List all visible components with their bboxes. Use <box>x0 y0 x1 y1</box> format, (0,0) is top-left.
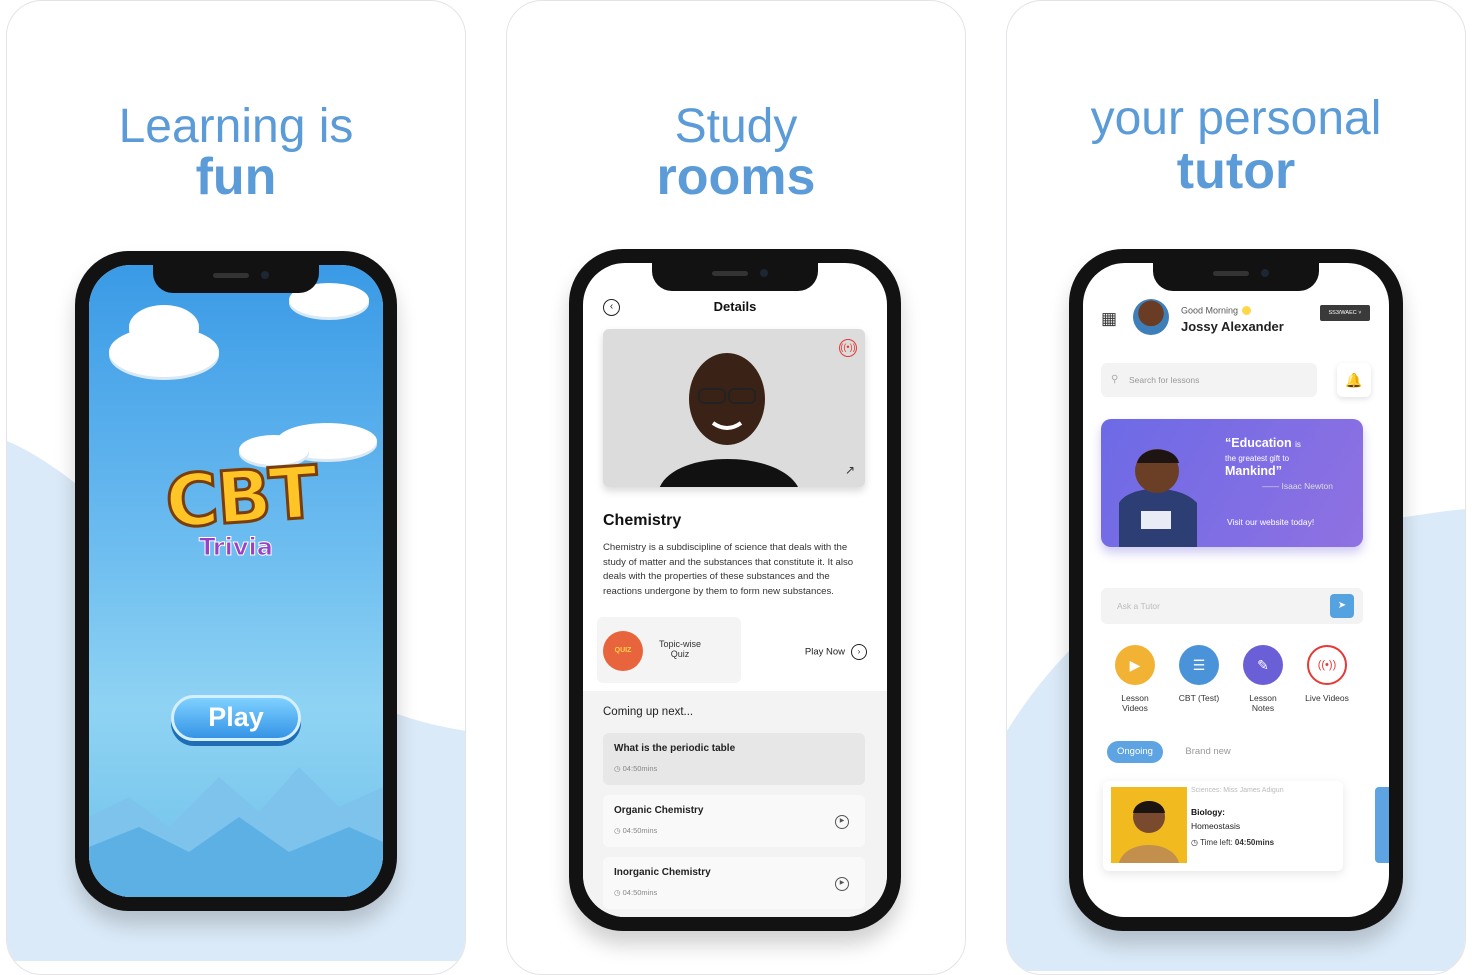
phone-frame: ▦ Good Morning Jossy Alexander SS3/WAEC … <box>1069 249 1403 931</box>
headline-top: Learning is <box>118 100 354 153</box>
coming-up-heading: Coming up next... <box>603 706 694 718</box>
phone-frame: CBT Trivia Play <box>75 251 397 911</box>
headline-bottom: fun <box>195 148 277 206</box>
lesson-duration: ◷ 04:50mins <box>614 764 658 773</box>
lesson-tabs: Ongoing Brand new <box>1107 741 1231 763</box>
quote-banner[interactable]: “Education is the greatest gift to Manki… <box>1101 419 1363 547</box>
lesson-topic: Homeostasis <box>1191 821 1241 831</box>
time-left: ◷ Time left: 04:50mins <box>1191 838 1275 847</box>
ask-tutor-input[interactable]: Ask a Tutor ➤ <box>1101 588 1363 624</box>
play-icon[interactable]: ▶ <box>835 877 849 891</box>
avatar[interactable] <box>1133 299 1169 335</box>
child-photo <box>1119 449 1197 547</box>
class-selector[interactable]: SS3/WAEC ˅ <box>1320 305 1370 321</box>
menu-grid-icon[interactable]: ▦ <box>1101 310 1117 327</box>
live-icon: ((•)) <box>1307 645 1347 685</box>
sun-icon <box>1242 306 1252 316</box>
play-now-button[interactable]: Play Now › <box>805 644 867 660</box>
cbt-logo: CBT <box>161 448 320 545</box>
ongoing-lesson-card[interactable]: Sciences: Miss James Adigun Biology: Hom… <box>1103 781 1343 871</box>
feature-cbt-test[interactable]: ☰ CBT (Test) <box>1177 645 1221 703</box>
lesson-title: Inorganic Chemistry <box>614 867 711 878</box>
screenshot-card-tutor: your personal tutor ▦ Good Morning Jossy… <box>1006 0 1466 975</box>
feature-live-videos[interactable]: ((•)) Live Videos <box>1305 645 1349 703</box>
test-icon: ☰ <box>1179 645 1219 685</box>
lesson-item[interactable]: Inorganic Chemistry ◷ 04:50mins ▶ <box>603 857 865 909</box>
expand-icon[interactable]: ↗ <box>845 463 855 477</box>
lesson-item[interactable]: What is the periodic table ◷ 04:50mins <box>603 733 865 785</box>
chevron-right-icon: › <box>851 644 867 660</box>
play-now-label: Play Now <box>804 646 845 658</box>
trivia-logo-text: Trivia <box>199 533 274 562</box>
headline-bottom: tutor <box>1176 142 1296 200</box>
feature-lesson-videos[interactable]: ▶ Lesson Videos <box>1113 645 1157 713</box>
visit-website-link[interactable]: Visit our website today! <box>1227 517 1314 527</box>
headline-top: Study <box>674 100 798 153</box>
quiz-icon: QUIZ <box>603 631 643 671</box>
lesson-meta: Sciences: Miss James Adigun <box>1191 787 1284 794</box>
play-button[interactable]: Play <box>171 695 301 741</box>
home-screen: ▦ Good Morning Jossy Alexander SS3/WAEC … <box>1083 263 1389 917</box>
game-screen: CBT Trivia Play <box>89 265 383 897</box>
subject-title: Chemistry <box>603 512 682 529</box>
live-icon: ((•)) <box>839 339 857 357</box>
notes-icon: ✎ <box>1243 645 1283 685</box>
play-icon[interactable]: ▶ <box>835 815 849 829</box>
quote-author: —— Isaac Newton <box>1262 481 1333 491</box>
search-icon: ⚲ <box>1111 374 1119 385</box>
tutor-video-frame <box>660 353 798 487</box>
next-lesson-card-peek[interactable] <box>1375 787 1389 863</box>
lesson-title: What is the periodic table <box>614 743 736 754</box>
bell-icon[interactable]: 🔔 <box>1337 363 1371 397</box>
video-player[interactable]: ((•)) ↗ <box>603 329 865 487</box>
quote-text: “Education is the greatest gift to Manki… <box>1225 436 1301 478</box>
send-icon[interactable]: ➤ <box>1330 594 1354 618</box>
user-name: Jossy Alexander <box>1181 319 1284 334</box>
tutor-photo <box>1111 787 1187 863</box>
subject-description: Chemistry is a subdiscipline of science … <box>603 542 854 597</box>
tab-brand-new[interactable]: Brand new <box>1185 746 1230 757</box>
screenshot-card-learning: Learning is fun CBT Trivia Play <box>6 0 466 975</box>
lesson-duration: ◷ 04:50mins <box>614 826 658 835</box>
lesson-item[interactable]: Organic Chemistry ◷ 04:50mins ▶ <box>603 795 865 847</box>
headline-top: your personal <box>1090 92 1382 145</box>
lesson-duration: ◷ 04:50mins <box>614 888 658 897</box>
screen-title: Details <box>713 299 757 314</box>
quiz-label: Topic-wise Quiz <box>658 639 701 659</box>
lesson-subject: Biology: <box>1191 807 1225 817</box>
feature-lesson-notes[interactable]: ✎ Lesson Notes <box>1241 645 1285 713</box>
video-icon: ▶ <box>1115 645 1155 685</box>
quiz-card[interactable]: QUIZ Topic-wise Quiz <box>597 617 741 683</box>
details-screen: ‹ Details ((•)) ↗ Chemistry Chemistry is… <box>583 263 887 917</box>
screenshot-card-study: Study rooms ‹ Details ((•)) ↗ Chemistry … <box>506 0 966 975</box>
lesson-title: Organic Chemistry <box>614 805 704 816</box>
greeting: Good Morning <box>1181 305 1252 316</box>
tab-ongoing[interactable]: Ongoing <box>1107 741 1163 763</box>
headline-bottom: rooms <box>656 148 816 206</box>
mountains-decoration <box>89 767 383 897</box>
search-input[interactable]: ⚲ Search for lessons <box>1101 363 1317 397</box>
phone-frame: ‹ Details ((•)) ↗ Chemistry Chemistry is… <box>569 249 901 931</box>
